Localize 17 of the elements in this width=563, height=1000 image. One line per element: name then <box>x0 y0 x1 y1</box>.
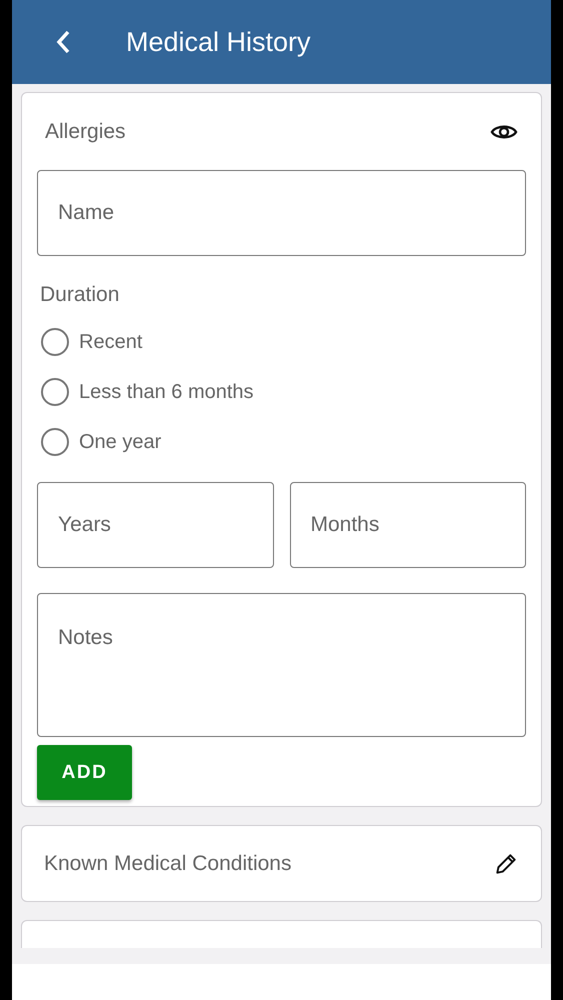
months-field[interactable]: Months <box>290 482 526 568</box>
notes-field[interactable]: Notes <box>37 593 526 737</box>
name-field[interactable]: Name <box>37 170 526 256</box>
years-field[interactable]: Years <box>37 482 274 568</box>
add-button[interactable]: ADD <box>37 745 132 800</box>
radio-circle[interactable] <box>41 378 69 406</box>
radio-option[interactable]: One year <box>37 417 526 467</box>
section-card[interactable]: Known Medical Conditions <box>21 825 542 902</box>
radio-circle[interactable] <box>41 428 69 456</box>
back-icon[interactable] <box>54 29 72 55</box>
radio-option[interactable]: Recent <box>37 317 526 367</box>
section-title: Allergies <box>45 120 126 144</box>
field-label: Duration <box>40 283 120 307</box>
section-title: Known Medical Conditions <box>44 852 292 876</box>
screen-title: Medical History <box>126 26 311 58</box>
radio-circle[interactable] <box>41 328 69 356</box>
radio-option[interactable]: Less than 6 months <box>37 367 526 417</box>
